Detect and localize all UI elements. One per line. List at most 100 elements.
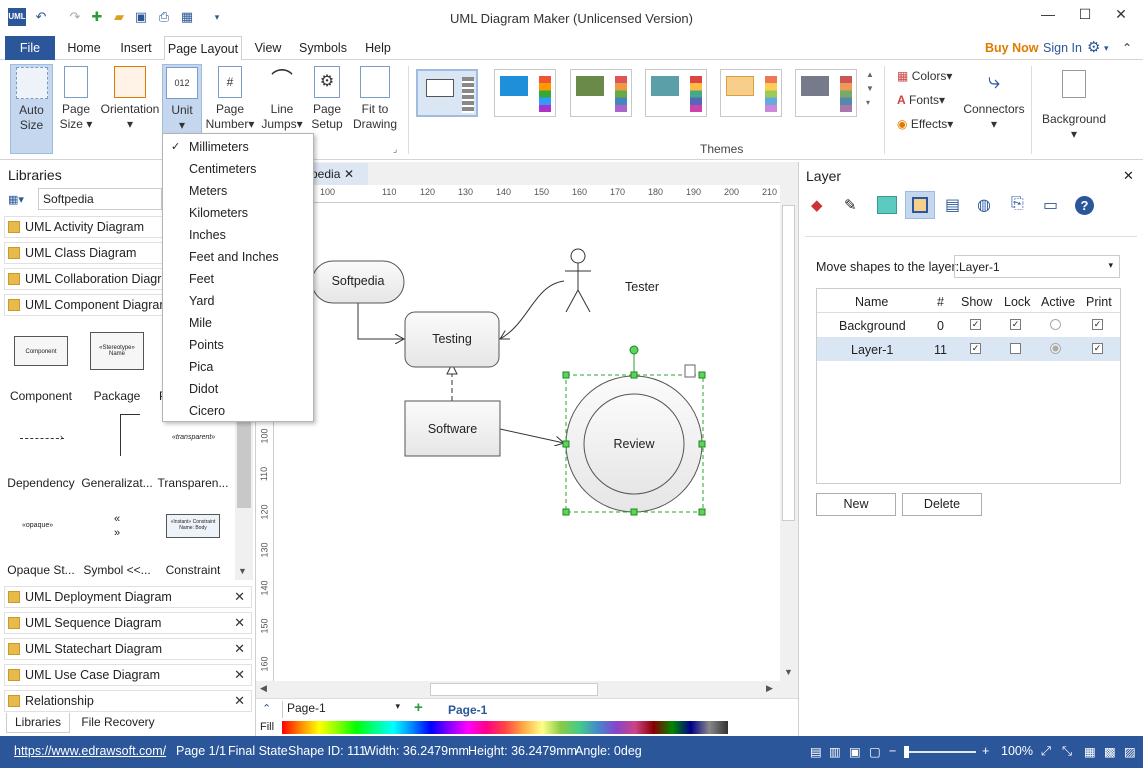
library-category[interactable]: UML Statechart Diagram ✕: [4, 638, 252, 660]
buy-now-link[interactable]: Buy Now: [985, 36, 1038, 60]
canvas-horizontal-scrollbar[interactable]: ◀ ▶: [256, 681, 780, 698]
unit-option-didot[interactable]: Didot: [163, 378, 313, 400]
help-icon[interactable]: ?: [1075, 196, 1094, 215]
fit-height-icon[interactable]: ⤡: [1062, 744, 1072, 759]
unit-option-feet-and-inches[interactable]: Feet and Inches: [163, 246, 313, 268]
fonts-button[interactable]: A Fonts▾: [897, 92, 945, 108]
table-row[interactable]: Background 0 ✓ ✓ ✓: [817, 313, 1120, 337]
auto-size-button[interactable]: Auto Size: [10, 64, 53, 154]
constraint-shape[interactable]: «Instant» Constraint Name: Body: [166, 514, 220, 538]
connector-software-review[interactable]: [499, 428, 564, 443]
comment-icon[interactable]: ▭: [1043, 195, 1058, 215]
drawing-page[interactable]: Softpedia Testing Software Review Tester: [274, 203, 780, 681]
tab-libraries[interactable]: Libraries: [6, 713, 70, 733]
library-search-input[interactable]: Softpedia: [38, 188, 162, 210]
connector-tester-testing[interactable]: [500, 280, 565, 339]
scroll-left-icon[interactable]: ◀: [260, 683, 267, 694]
tab-home[interactable]: Home: [62, 36, 106, 60]
tab-view[interactable]: View: [248, 36, 288, 60]
dependency-shape[interactable]: [20, 438, 64, 439]
fit-all-icon[interactable]: ▦: [1084, 744, 1096, 759]
symbol-shape[interactable]: « »: [110, 512, 124, 540]
unit-option-millimeters[interactable]: ✓ Millimeters: [163, 136, 313, 158]
fill-tool-icon[interactable]: ◆: [811, 196, 823, 214]
fit-to-drawing-button[interactable]: Fit to Drawing: [350, 64, 400, 154]
transparent-shape[interactable]: «transparent»: [172, 434, 215, 441]
library-category[interactable]: Relationship ✕: [4, 690, 252, 712]
close-library-icon[interactable]: ✕: [234, 613, 245, 633]
website-link[interactable]: https://www.edrawsoft.com/: [14, 744, 166, 758]
scroll-right-icon[interactable]: ▶: [766, 683, 773, 694]
unit-option-centimeters[interactable]: Centimeters: [163, 158, 313, 180]
settings-dropdown-icon[interactable]: ▾: [1104, 36, 1109, 60]
shadow-tool-icon[interactable]: [877, 196, 897, 214]
close-panel-icon[interactable]: ✕: [1123, 168, 1134, 184]
print-checkbox[interactable]: ✓: [1092, 319, 1103, 330]
zoom-in-icon[interactable]: +: [982, 744, 989, 758]
close-library-icon[interactable]: ✕: [234, 587, 245, 607]
page-size-button[interactable]: Page Size ▾: [56, 64, 96, 154]
grid-icon[interactable]: ▨: [1124, 744, 1136, 759]
tab-file[interactable]: File: [5, 36, 55, 60]
sign-in-link[interactable]: Sign In: [1043, 36, 1082, 60]
effects-button[interactable]: ◉ Effects▾: [897, 116, 953, 132]
maximize-icon[interactable]: ☐: [1070, 6, 1100, 26]
layer-tool-button[interactable]: [905, 191, 935, 219]
page-list-icon[interactable]: ▤: [945, 195, 960, 215]
scroll-down-icon[interactable]: ▼: [784, 667, 793, 677]
unit-option-pica[interactable]: Pica: [163, 356, 313, 378]
show-checkbox[interactable]: ✓: [970, 319, 981, 330]
page-tab[interactable]: Page-1: [448, 703, 487, 717]
show-checkbox[interactable]: ✓: [970, 343, 981, 354]
line-tool-icon[interactable]: ✎: [844, 196, 857, 214]
theme-2[interactable]: [494, 69, 556, 117]
layer-select[interactable]: Layer-1 ▾: [954, 255, 1120, 278]
connector-softpedia-testing[interactable]: [357, 303, 404, 339]
unit-option-cicero[interactable]: Cicero: [163, 400, 313, 422]
active-radio[interactable]: [1050, 319, 1061, 330]
theme-3[interactable]: [570, 69, 632, 117]
view-fullscreen-icon[interactable]: ▣: [849, 744, 861, 759]
package-shape[interactable]: «Stereotype» Name: [90, 332, 144, 370]
theme-1[interactable]: [416, 69, 478, 117]
unit-option-meters[interactable]: Meters: [163, 180, 313, 202]
close-tab-icon[interactable]: ✕: [344, 163, 354, 185]
opaque-shape[interactable]: «opaque»: [22, 522, 53, 529]
tab-symbols[interactable]: Symbols: [294, 36, 352, 60]
view-normal-icon[interactable]: ▤: [810, 744, 822, 759]
library-category[interactable]: UML Sequence Diagram ✕: [4, 612, 252, 634]
expand-up-icon[interactable]: ⌃: [262, 702, 271, 715]
delete-layer-button[interactable]: Delete: [902, 493, 982, 516]
tester-actor[interactable]: [565, 248, 591, 313]
lock-checkbox[interactable]: ✓: [1010, 319, 1021, 330]
fit-width-icon[interactable]: ⤢: [1041, 744, 1051, 759]
unit-option-points[interactable]: Points: [163, 334, 313, 356]
component-shape[interactable]: Component: [14, 336, 68, 366]
active-radio[interactable]: [1050, 343, 1061, 354]
unit-option-yard[interactable]: Yard: [163, 290, 313, 312]
canvas-vertical-scrollbar[interactable]: ▼: [780, 185, 797, 681]
hyperlink-icon[interactable]: ◍: [977, 195, 991, 215]
unit-option-kilometers[interactable]: Kilometers: [163, 202, 313, 224]
library-category[interactable]: UML Use Case Diagram ✕: [4, 664, 252, 686]
tab-help[interactable]: Help: [360, 36, 396, 60]
collapse-ribbon-icon[interactable]: ⌃: [1122, 36, 1132, 60]
scroll-down-icon[interactable]: ▼: [238, 566, 247, 576]
unit-option-inches[interactable]: Inches: [163, 224, 313, 246]
add-page-icon[interactable]: +: [414, 699, 423, 716]
colors-button[interactable]: ▦ Colors▾: [897, 68, 952, 84]
tab-file-recovery[interactable]: File Recovery: [76, 713, 160, 733]
background-button[interactable]: Background ▾: [1040, 64, 1108, 154]
theme-5[interactable]: [720, 69, 782, 117]
view-outline-icon[interactable]: ▥: [829, 744, 841, 759]
new-layer-button[interactable]: New: [816, 493, 896, 516]
note-icon[interactable]: [684, 364, 696, 378]
connectors-button[interactable]: ⤷ Connectors ▾: [962, 64, 1026, 154]
close-icon[interactable]: ✕: [1106, 6, 1136, 26]
settings-gear-icon[interactable]: ⚙: [1087, 36, 1100, 60]
library-menu-icon[interactable]: ▦▾: [8, 193, 32, 209]
page-select[interactable]: Page-1 ▾: [282, 701, 402, 718]
unit-option-feet[interactable]: Feet: [163, 268, 313, 290]
unit-option-mile[interactable]: Mile: [163, 312, 313, 334]
print-checkbox[interactable]: ✓: [1092, 343, 1103, 354]
